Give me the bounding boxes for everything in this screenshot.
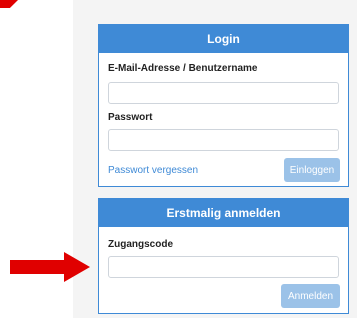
username-input[interactable] [108,82,339,104]
username-label: E-Mail-Adresse / Benutzername [108,63,258,74]
password-label: Passwort [108,112,153,123]
access-code-label: Zugangscode [108,239,174,250]
register-button[interactable]: Anmelden [281,284,340,308]
login-button[interactable]: Einloggen [284,158,340,182]
password-input[interactable] [108,129,339,151]
access-code-input[interactable] [108,256,339,278]
first-login-panel-header: Erstmalig anmelden [99,199,348,227]
red-arrow-icon [10,252,90,282]
forgot-password-link[interactable]: Passwort vergessen [108,165,198,176]
login-panel-header: Login [99,25,348,53]
first-login-panel: Erstmalig anmelden Zugangscode Anmelden [98,198,349,314]
login-panel: Login E-Mail-Adresse / Benutzername Pass… [98,24,349,187]
annotation-arrow-fragment [0,0,18,8]
